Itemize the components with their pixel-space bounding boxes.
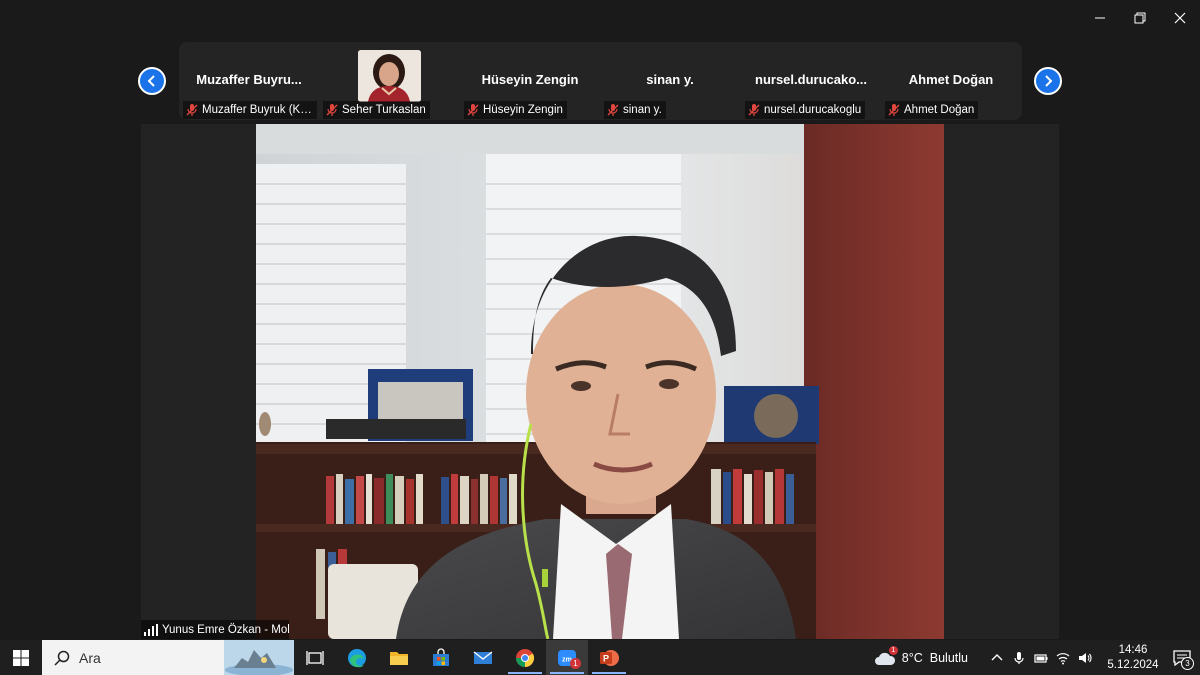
mic-off-icon [326, 104, 338, 116]
search-highlight-image [224, 640, 294, 675]
mic-off-icon [748, 104, 760, 116]
notification-center-button[interactable]: 3 [1164, 640, 1200, 675]
participant-tile[interactable]: nursel.durucako... nursel.durucakoglu [741, 42, 881, 120]
zoom-meeting-window: Muzaffer Buyru... Muzaffer Buyruk (K.K..… [0, 0, 1200, 675]
participant-label: Ahmet Doğan [885, 101, 979, 119]
close-button[interactable] [1160, 0, 1200, 36]
taskbar: Ara zm 1 P 1 8°C Bulutlu 14:46 5.12.2024… [0, 640, 1200, 675]
taskbar-search-box[interactable]: Ara [42, 640, 294, 675]
participant-tile[interactable]: Hüseyin Zengin Hüseyin Zengin [460, 42, 600, 120]
participant-name: Ahmet Doğan [908, 72, 994, 87]
microphone-icon [1014, 651, 1024, 664]
participant-tile[interactable]: Ahmet Doğan Ahmet Doğan [881, 42, 1021, 120]
task-view-button[interactable] [294, 640, 336, 675]
show-hidden-icons-button[interactable] [986, 640, 1008, 675]
store-icon [433, 647, 449, 666]
weather-temperature: 8°C [901, 650, 923, 665]
notification-count: 3 [1181, 657, 1194, 670]
mic-off-icon [186, 104, 198, 116]
clock-date: 5.12.2024 [1107, 658, 1159, 671]
search-icon [54, 650, 70, 666]
minimize-icon [1095, 17, 1105, 19]
weather-condition: Bulutlu [929, 650, 968, 665]
microsoft-store-button[interactable] [420, 640, 462, 675]
participant-strip: Muzaffer Buyru... Muzaffer Buyruk (K.K..… [179, 42, 1022, 120]
microphone-tray-button[interactable] [1008, 640, 1030, 675]
clock-time: 14:46 [1118, 643, 1148, 656]
start-button[interactable] [0, 640, 42, 675]
edge-icon [348, 648, 366, 667]
file-explorer-button[interactable] [378, 640, 420, 675]
chevron-up-icon [991, 653, 1003, 660]
mic-off-icon [888, 104, 900, 116]
participant-label: sinan y. [604, 101, 666, 119]
weather-widget[interactable]: 1 8°C Bulutlu [874, 645, 968, 666]
previous-page-button[interactable] [138, 67, 166, 95]
mail-icon [473, 650, 493, 664]
chevron-right-icon [1045, 75, 1053, 87]
folder-icon [390, 651, 408, 665]
participant-name: nursel.durucako... [755, 72, 867, 87]
battery-tray-button[interactable] [1030, 640, 1052, 675]
close-icon [1174, 12, 1186, 24]
cloud-icon: 1 [874, 645, 898, 666]
restore-button[interactable] [1120, 0, 1160, 36]
mic-off-icon [467, 104, 479, 116]
svg-text:P: P [603, 653, 609, 663]
participant-tile[interactable]: Muzaffer Buyru... Muzaffer Buyruk (K.K..… [179, 42, 319, 120]
powerpoint-button[interactable]: P [588, 640, 630, 675]
restore-icon [1134, 12, 1146, 24]
battery-icon [1034, 653, 1048, 663]
participant-video [358, 50, 421, 102]
weather-badge: 1 [888, 645, 898, 655]
windows-icon [13, 649, 29, 666]
speaker-name-label: Yunus Emre Özkan - Mol [141, 620, 289, 639]
chrome-button[interactable] [504, 640, 546, 675]
minimize-button[interactable] [1080, 0, 1120, 36]
window-controls [1080, 0, 1200, 36]
participant-label: nursel.durucakoglu [745, 101, 866, 119]
participant-name: sinan y. [646, 72, 694, 87]
powerpoint-icon: P [600, 649, 619, 666]
speaker-icon [1079, 652, 1092, 663]
active-speaker-video [256, 124, 944, 639]
chrome-icon [516, 648, 535, 667]
participant-tile[interactable]: Seher Turkaslan [319, 42, 459, 120]
zoom-notification-badge: 1 [570, 658, 581, 669]
task-view-icon [306, 650, 324, 665]
participant-label: Muzaffer Buyruk (K.K.... [183, 101, 317, 119]
participant-photo [358, 50, 421, 102]
mail-button[interactable] [462, 640, 504, 675]
participant-tile[interactable]: sinan y. sinan y. [600, 42, 740, 120]
participant-name: Muzaffer Buyru... [196, 72, 302, 87]
participant-label: Seher Turkaslan [323, 101, 430, 119]
chevron-left-icon [147, 75, 155, 87]
volume-tray-button[interactable] [1074, 640, 1096, 675]
edge-button[interactable] [336, 640, 378, 675]
wifi-icon [1056, 652, 1070, 664]
wifi-tray-button[interactable] [1052, 640, 1074, 675]
taskbar-clock[interactable]: 14:46 5.12.2024 [1102, 643, 1164, 673]
system-tray: 1 8°C Bulutlu 14:46 5.12.2024 3 [874, 640, 1200, 675]
next-page-button[interactable] [1034, 67, 1062, 95]
participant-name: Hüseyin Zengin [481, 72, 579, 87]
zoom-button[interactable]: zm 1 [546, 640, 588, 675]
search-placeholder: Ara [79, 649, 101, 666]
speaker-video-frame [256, 124, 944, 639]
signal-strength-icon [144, 623, 158, 636]
mic-off-icon [607, 104, 619, 116]
participant-label: Hüseyin Zengin [464, 101, 567, 119]
